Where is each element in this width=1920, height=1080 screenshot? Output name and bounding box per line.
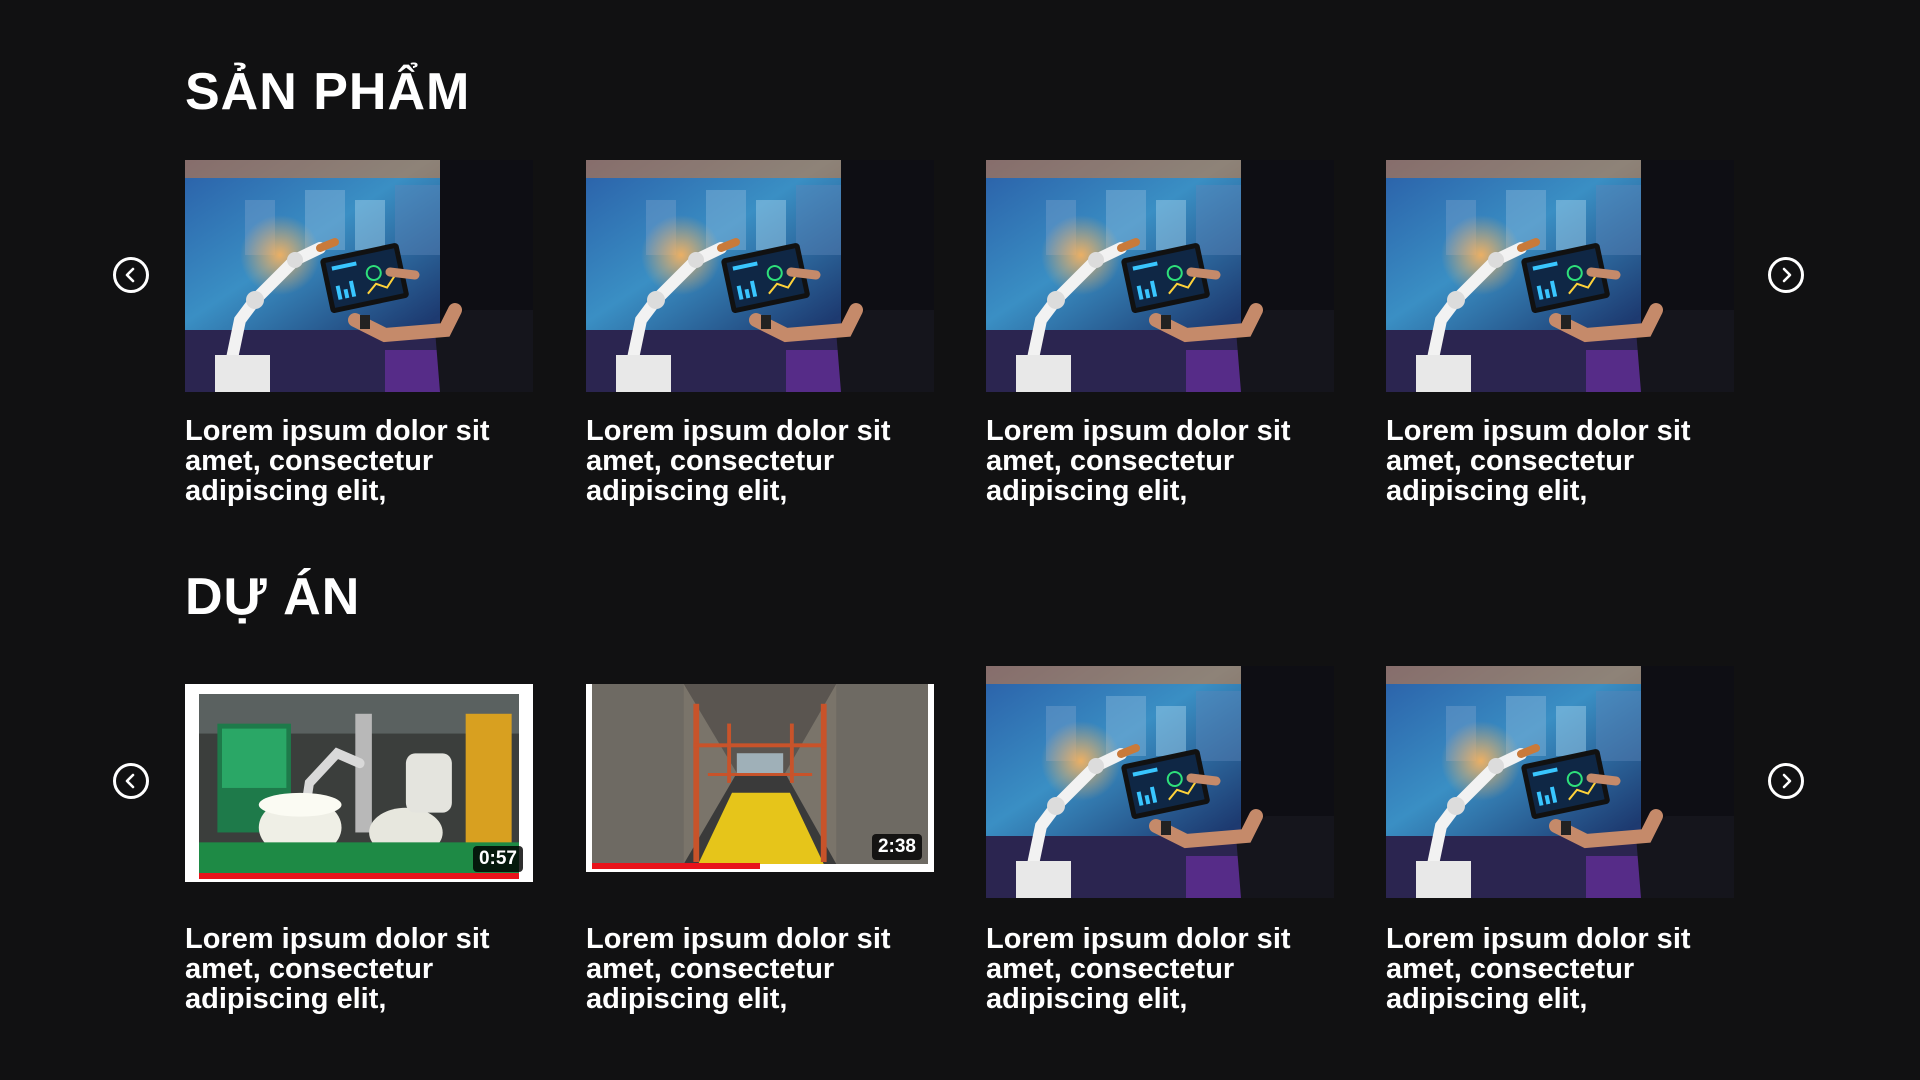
product-caption[interactable]: Lorem ipsum dolor sit amet, consectetur … <box>586 416 946 506</box>
video-progress-fill <box>199 873 519 879</box>
product-image[interactable] <box>986 160 1334 392</box>
project-image[interactable] <box>1386 666 1734 898</box>
section-title: SẢN PHẨM <box>185 63 471 121</box>
section-projects: DỰ ÁN 0:57 Lorem ipsum dolor sit amet, c… <box>0 540 1920 1080</box>
project-image[interactable] <box>986 666 1334 898</box>
project-caption[interactable]: Lorem ipsum dolor sit amet, consectetur … <box>986 924 1346 1014</box>
project-video[interactable]: 2:38 <box>586 684 934 872</box>
video-duration: 2:38 <box>871 834 922 860</box>
product-image[interactable] <box>185 160 533 392</box>
chevron-left-icon <box>125 267 135 283</box>
product-caption[interactable]: Lorem ipsum dolor sit amet, consectetur … <box>986 416 1346 506</box>
section-products: SẢN PHẨM Lorem ipsum dolor sit amet, con… <box>0 0 1920 540</box>
product-image[interactable] <box>1386 160 1734 392</box>
video-duration: 0:57 <box>472 846 523 872</box>
project-video[interactable]: 0:57 <box>185 684 533 882</box>
carousel-prev-button[interactable] <box>113 257 149 293</box>
chevron-right-icon <box>1782 773 1792 789</box>
chevron-right-icon <box>1782 267 1792 283</box>
video-progress <box>592 863 928 869</box>
video-progress-fill <box>592 863 760 869</box>
project-caption[interactable]: Lorem ipsum dolor sit amet, consectetur … <box>586 924 946 1014</box>
product-image[interactable] <box>586 160 934 392</box>
carousel-next-button[interactable] <box>1768 763 1804 799</box>
carousel-next-button[interactable] <box>1768 257 1804 293</box>
product-caption[interactable]: Lorem ipsum dolor sit amet, consectetur … <box>1386 416 1746 506</box>
video-progress <box>199 873 519 879</box>
chevron-left-icon <box>125 773 135 789</box>
project-caption[interactable]: Lorem ipsum dolor sit amet, consectetur … <box>1386 924 1746 1014</box>
project-caption[interactable]: Lorem ipsum dolor sit amet, consectetur … <box>185 924 545 1014</box>
carousel-prev-button[interactable] <box>113 763 149 799</box>
section-title: DỰ ÁN <box>185 568 361 626</box>
product-caption[interactable]: Lorem ipsum dolor sit amet, consectetur … <box>185 416 545 506</box>
